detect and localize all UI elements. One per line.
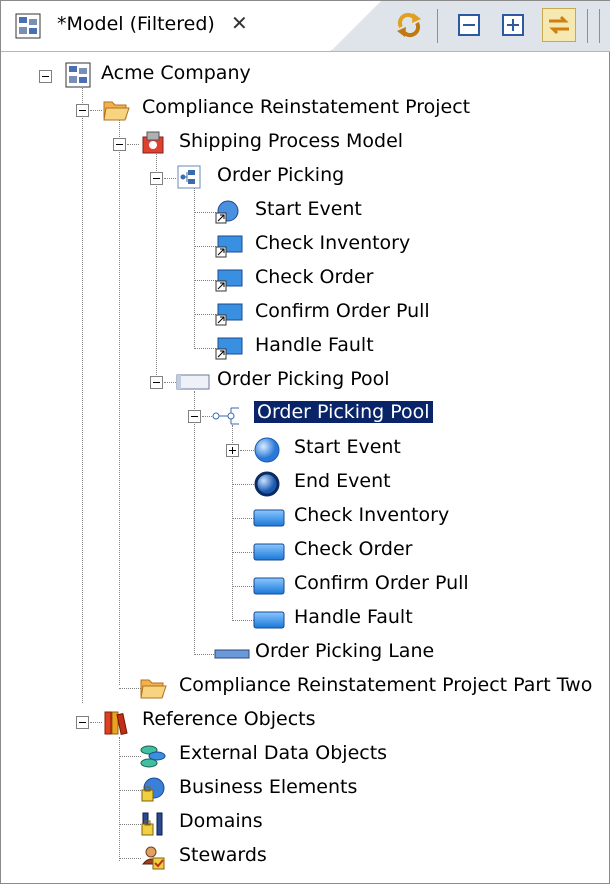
database-icon bbox=[140, 745, 166, 768]
node-label: External Data Objects bbox=[179, 742, 388, 764]
tree-node-reference-objects[interactable]: Reference Objects bbox=[1, 705, 401, 739]
node-label: Reference Objects bbox=[142, 708, 316, 730]
node-label: Check Order bbox=[294, 538, 413, 560]
node-label: Business Elements bbox=[179, 776, 358, 798]
link-with-editor-icon[interactable] bbox=[542, 8, 576, 42]
tree-node-task-ref[interactable]: Handle Fault bbox=[1, 331, 401, 365]
tree-node-task[interactable]: Confirm Order Pull bbox=[1, 569, 471, 603]
toolbar-separator bbox=[599, 9, 600, 43]
task-shortcut-icon bbox=[215, 269, 243, 292]
collapse-toggle[interactable] bbox=[76, 104, 89, 117]
node-label: Check Inventory bbox=[255, 232, 411, 254]
stewards-icon bbox=[141, 846, 165, 870]
lane-icon bbox=[214, 649, 250, 659]
tree-node-pool[interactable]: Order Picking Pool bbox=[1, 365, 421, 399]
model-icon bbox=[15, 13, 41, 39]
task-shortcut-icon bbox=[215, 235, 243, 258]
node-label: Confirm Order Pull bbox=[255, 300, 430, 322]
pool-icon bbox=[176, 374, 210, 390]
process-model-icon bbox=[142, 131, 164, 154]
tree-node-task[interactable]: Check Inventory bbox=[1, 501, 471, 535]
process-flow-icon bbox=[212, 407, 239, 425]
toolbar-separator bbox=[587, 9, 588, 43]
tree-node-start-event[interactable]: Start Event bbox=[1, 433, 441, 467]
collapse-toggle[interactable] bbox=[150, 172, 163, 185]
node-label: Order Picking bbox=[217, 164, 345, 186]
tree-node-lane[interactable]: Order Picking Lane bbox=[1, 637, 461, 671]
node-label: Confirm Order Pull bbox=[294, 572, 469, 594]
tree-node-stewards[interactable]: Stewards bbox=[1, 841, 301, 875]
tree-node-business-elements[interactable]: Business Elements bbox=[1, 773, 421, 807]
folder-open-icon bbox=[103, 101, 130, 121]
close-icon[interactable]: ✕ bbox=[231, 11, 248, 35]
tree-node-domains[interactable]: Domains bbox=[1, 807, 301, 841]
tree-node-project[interactable]: Compliance Reinstatement Project bbox=[1, 93, 501, 127]
task-icon bbox=[253, 577, 285, 595]
task-shortcut-icon bbox=[215, 337, 243, 360]
node-label: End Event bbox=[294, 470, 391, 492]
business-elements-icon bbox=[141, 777, 165, 802]
tree-node-external-data[interactable]: External Data Objects bbox=[1, 739, 421, 773]
toolbar-separator bbox=[437, 9, 438, 43]
node-label: Stewards bbox=[179, 844, 267, 866]
node-label: Shipping Process Model bbox=[179, 130, 404, 152]
expand-toggle[interactable] bbox=[226, 444, 239, 457]
collapse-toggle[interactable] bbox=[76, 716, 89, 729]
tree-node-project-two[interactable]: Compliance Reinstatement Project Part Tw… bbox=[1, 671, 609, 705]
node-label: Check Order bbox=[255, 266, 374, 288]
tree-node-order-picking[interactable]: Order Picking bbox=[1, 161, 361, 195]
node-label: Domains bbox=[179, 810, 263, 832]
task-icon bbox=[253, 611, 285, 629]
tree-node-task[interactable]: Check Order bbox=[1, 535, 441, 569]
expand-all-icon[interactable] bbox=[497, 9, 529, 41]
view-tab-bar: *Model (Filtered) ✕ bbox=[1, 1, 610, 52]
node-label: Handle Fault bbox=[255, 334, 374, 356]
sync-icon[interactable] bbox=[393, 9, 425, 41]
tree-node-acme[interactable]: Acme Company bbox=[1, 59, 301, 93]
tree-node-task-ref[interactable]: Check Inventory bbox=[1, 229, 421, 263]
node-label: Compliance Reinstatement Project Part Tw… bbox=[179, 674, 593, 696]
model-tree: Acme Company Compliance Reinstatement Pr… bbox=[1, 51, 610, 885]
node-label: Handle Fault bbox=[294, 606, 413, 628]
node-label: Check Inventory bbox=[294, 504, 450, 526]
domains-icon bbox=[141, 812, 163, 836]
node-label: Order Picking Pool bbox=[217, 368, 390, 390]
collapse-toggle[interactable] bbox=[188, 410, 201, 423]
task-icon bbox=[253, 509, 285, 527]
start-event-shortcut-icon bbox=[215, 200, 239, 224]
tree-node-pool-process[interactable]: Order Picking Pool bbox=[1, 399, 461, 433]
collapse-toggle[interactable] bbox=[150, 376, 163, 389]
folder-open-icon bbox=[140, 679, 167, 699]
node-label: Start Event bbox=[294, 436, 401, 458]
collapse-toggle[interactable] bbox=[113, 138, 126, 151]
model-view-panel: *Model (Filtered) ✕ Acme Company Complia… bbox=[0, 0, 610, 884]
model-tab[interactable]: *Model (Filtered) ✕ bbox=[1, 1, 332, 51]
tab-edge bbox=[331, 1, 381, 51]
tree-node-task-ref[interactable]: Check Order bbox=[1, 263, 401, 297]
node-label-selected: Order Picking Pool bbox=[253, 400, 434, 424]
library-icon bbox=[104, 711, 128, 735]
tab-title: *Model (Filtered) bbox=[57, 13, 215, 35]
task-icon bbox=[253, 543, 285, 561]
tree-node-task[interactable]: Handle Fault bbox=[1, 603, 441, 637]
tree-node-process-model[interactable]: Shipping Process Model bbox=[1, 127, 421, 161]
tree-node-end-event[interactable]: End Event bbox=[1, 467, 441, 501]
node-label: Start Event bbox=[255, 198, 362, 220]
company-icon bbox=[65, 62, 91, 88]
process-diagram-icon bbox=[177, 165, 201, 189]
node-label: Compliance Reinstatement Project bbox=[142, 96, 471, 118]
collapse-all-icon[interactable] bbox=[453, 9, 485, 41]
task-shortcut-icon bbox=[215, 303, 243, 326]
tree-node-start-event-ref[interactable]: Start Event bbox=[1, 195, 381, 229]
node-label: Order Picking Lane bbox=[255, 640, 435, 662]
tree-node-task-ref[interactable]: Confirm Order Pull bbox=[1, 297, 430, 331]
end-event-icon bbox=[254, 471, 280, 497]
node-label: Acme Company bbox=[101, 62, 251, 84]
collapse-toggle[interactable] bbox=[39, 70, 52, 83]
start-event-icon bbox=[254, 437, 280, 463]
